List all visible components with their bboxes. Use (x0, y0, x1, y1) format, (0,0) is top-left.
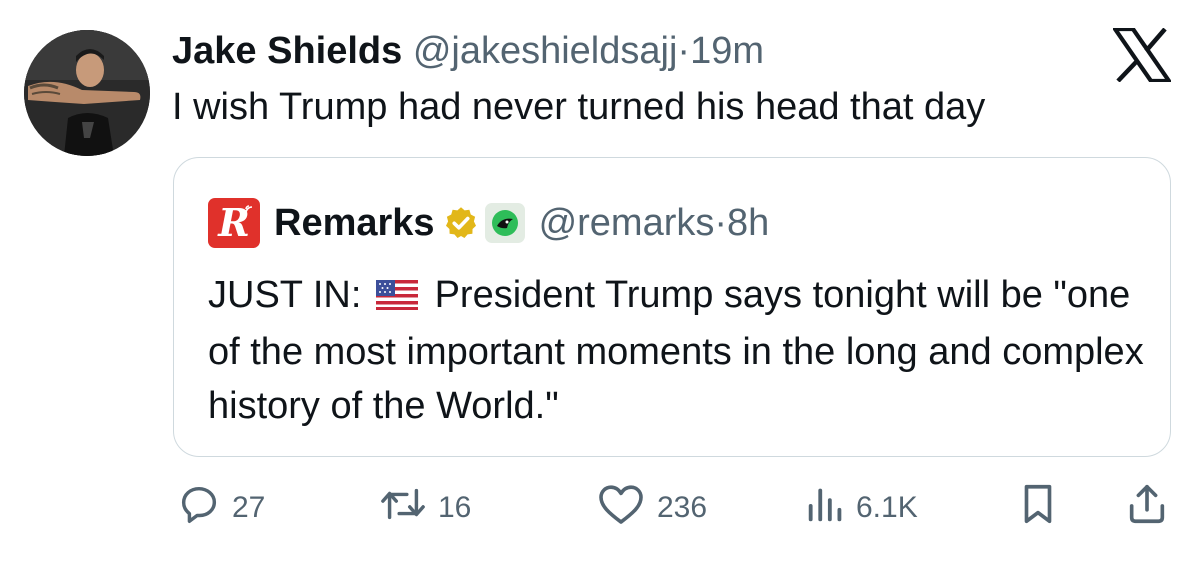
tweet-card: Jake Shields @jakeshieldsajj·19m I wish … (0, 0, 1199, 566)
share-button[interactable] (1125, 480, 1169, 536)
views-icon (806, 481, 846, 535)
bookmark-icon (1017, 481, 1059, 535)
quote-author-handle[interactable]: @remarks (539, 202, 715, 245)
like-button[interactable]: 236 (595, 480, 707, 536)
share-icon (1125, 481, 1169, 535)
affiliate-badge-icon[interactable] (484, 203, 525, 243)
tweet-header: Jake Shields @jakeshieldsajj·19m (172, 28, 764, 74)
reply-icon (176, 481, 222, 535)
action-bar: 27 16 236 6.1K (0, 480, 1199, 536)
us-flag-icon (376, 271, 418, 325)
heart-icon (595, 480, 647, 536)
quote-separator-dot: · (714, 201, 728, 244)
quote-header: R Remarks @remarks · 8h (208, 198, 769, 248)
quote-text-prefix: JUST IN: (208, 274, 362, 316)
author-name[interactable]: Jake Shields (172, 30, 402, 72)
quote-text: JUST IN: President Trump says tonight wi… (208, 268, 1148, 433)
reply-button[interactable]: 27 (176, 480, 265, 536)
remarks-avatar[interactable]: R (208, 198, 260, 248)
views-button[interactable]: 6.1K (806, 480, 918, 536)
quote-timestamp[interactable]: 8h (727, 202, 769, 245)
repost-count: 16 (438, 491, 472, 524)
reply-count: 27 (232, 491, 266, 524)
author-avatar[interactable] (24, 30, 150, 156)
x-logo-icon (1110, 26, 1174, 84)
verified-badge-icon (443, 205, 479, 241)
bookmark-button[interactable] (1017, 480, 1059, 536)
repost-icon (378, 481, 428, 535)
tweet-timestamp[interactable]: 19m (690, 30, 764, 72)
tweet-text: I wish Trump had never turned his head t… (172, 86, 986, 128)
repost-button[interactable]: 16 (378, 480, 471, 536)
separator-dot: · (677, 30, 691, 72)
author-handle[interactable]: @jakeshieldsajj (413, 30, 678, 72)
quoted-tweet[interactable]: R Remarks @remarks · 8h JUST IN: Preside… (173, 157, 1171, 457)
views-count: 6.1K (856, 491, 918, 524)
like-count: 236 (657, 491, 708, 524)
quote-author-name[interactable]: Remarks (274, 202, 435, 245)
